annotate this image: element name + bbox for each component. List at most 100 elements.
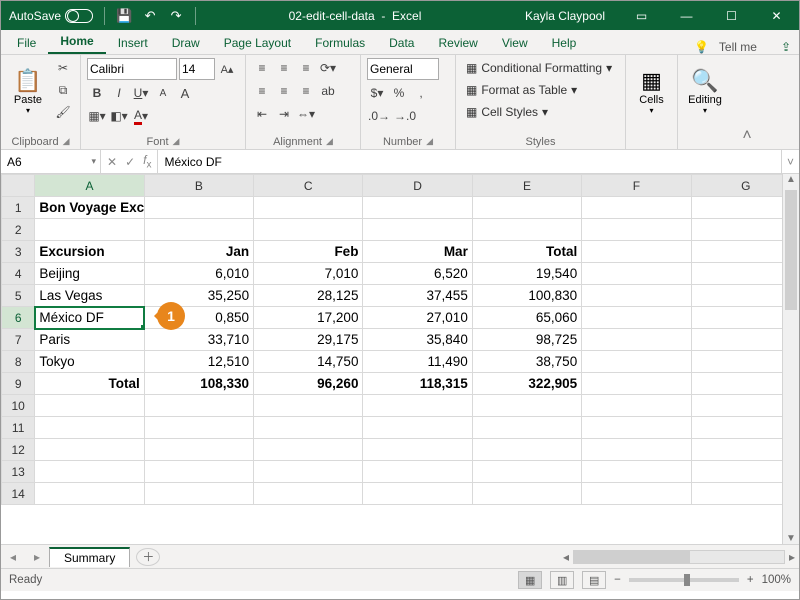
row[interactable]: 9Total108,33096,260118,315322,905: [2, 373, 800, 395]
close-icon[interactable]: ✕: [754, 1, 799, 30]
cell[interactable]: [35, 439, 144, 461]
redo-icon[interactable]: ↷: [166, 6, 186, 26]
font-name-combo[interactable]: [87, 58, 177, 80]
cell[interactable]: [144, 461, 253, 483]
cell[interactable]: 11,490: [363, 351, 472, 373]
row[interactable]: 13: [2, 461, 800, 483]
cell[interactable]: 17,200: [254, 307, 363, 329]
name-box[interactable]: A6: [1, 150, 101, 173]
tab-review[interactable]: Review: [426, 32, 489, 54]
row[interactable]: 4Beijing6,0107,0106,52019,540: [2, 263, 800, 285]
cell[interactable]: 19,540: [472, 263, 581, 285]
cell[interactable]: Bon Voyage Excursions: [35, 197, 144, 219]
tab-help[interactable]: Help: [540, 32, 589, 54]
col-header[interactable]: F: [582, 175, 691, 197]
align-middle-icon[interactable]: ≡: [274, 58, 294, 78]
cell[interactable]: [582, 483, 691, 505]
row-header[interactable]: 3: [2, 241, 35, 263]
increase-decimal-icon[interactable]: .0→: [367, 106, 391, 126]
percent-icon[interactable]: %: [389, 83, 409, 103]
cell[interactable]: Las Vegas: [35, 285, 144, 307]
cell[interactable]: 6,010: [144, 263, 253, 285]
cell[interactable]: 12,510: [144, 351, 253, 373]
cell[interactable]: 14,750: [254, 351, 363, 373]
cell[interactable]: [582, 307, 691, 329]
cell[interactable]: [363, 417, 472, 439]
cut-icon[interactable]: ✂: [53, 58, 73, 78]
cell[interactable]: Excursion: [35, 241, 144, 263]
cell[interactable]: 6,520: [363, 263, 472, 285]
tab-draw[interactable]: Draw: [160, 32, 212, 54]
number-format-combo[interactable]: [367, 58, 439, 80]
zoom-slider[interactable]: [629, 578, 739, 582]
format-painter-icon[interactable]: 🖌: [53, 102, 73, 122]
cell[interactable]: [582, 417, 691, 439]
grow-font2-icon[interactable]: A: [175, 83, 195, 103]
cancel-icon[interactable]: ✕: [107, 155, 117, 169]
decrease-decimal-icon[interactable]: →.0: [393, 106, 417, 126]
cell[interactable]: [582, 439, 691, 461]
cell[interactable]: 35,840: [363, 329, 472, 351]
cell[interactable]: [582, 395, 691, 417]
cell[interactable]: [472, 461, 581, 483]
row-header[interactable]: 2: [2, 219, 35, 241]
sheet-tab-summary[interactable]: Summary: [49, 547, 130, 567]
cell[interactable]: [254, 461, 363, 483]
tab-data[interactable]: Data: [377, 32, 426, 54]
merge-icon[interactable]: ⇔▾: [296, 104, 316, 124]
cell[interactable]: [35, 417, 144, 439]
col-header[interactable]: C: [254, 175, 363, 197]
sheet-nav-prev-icon[interactable]: ◂: [1, 550, 25, 564]
collapse-ribbon-icon[interactable]: ˄: [738, 55, 756, 149]
cell[interactable]: [254, 417, 363, 439]
cell[interactable]: [35, 395, 144, 417]
vertical-scrollbar[interactable]: ▲ ▼: [782, 174, 799, 544]
tab-view[interactable]: View: [490, 32, 540, 54]
cell[interactable]: [472, 395, 581, 417]
zoom-in-icon[interactable]: +: [747, 574, 754, 586]
cell[interactable]: [254, 439, 363, 461]
minimize-icon[interactable]: —: [664, 1, 709, 30]
cell[interactable]: 28,125: [254, 285, 363, 307]
cell[interactable]: Beijing: [35, 263, 144, 285]
cell[interactable]: [363, 197, 472, 219]
page-break-view-icon[interactable]: ▤: [582, 571, 606, 589]
cell[interactable]: [472, 483, 581, 505]
cell[interactable]: [472, 197, 581, 219]
cell[interactable]: Tokyo: [35, 351, 144, 373]
tab-page-layout[interactable]: Page Layout: [212, 32, 303, 54]
cell[interactable]: 38,750: [472, 351, 581, 373]
row-header[interactable]: 13: [2, 461, 35, 483]
cell[interactable]: [254, 483, 363, 505]
row-header[interactable]: 1: [2, 197, 35, 219]
sheet-nav-next-icon[interactable]: ▸: [25, 550, 49, 564]
cell[interactable]: 96,260: [254, 373, 363, 395]
border-icon[interactable]: ▦▾: [87, 106, 107, 126]
wrap-text-icon[interactable]: ab: [318, 81, 338, 101]
align-right-icon[interactable]: ≡: [296, 81, 316, 101]
normal-view-icon[interactable]: ▦: [518, 571, 542, 589]
accounting-icon[interactable]: $▾: [367, 83, 387, 103]
cell[interactable]: 100,830: [472, 285, 581, 307]
cell[interactable]: 98,725: [472, 329, 581, 351]
dialog-launcher-icon[interactable]: ◢: [326, 136, 333, 148]
row[interactable]: 14: [2, 483, 800, 505]
editing-button[interactable]: 🔍 Editing▾: [684, 58, 726, 124]
cell[interactable]: [582, 285, 691, 307]
new-sheet-icon[interactable]: ＋: [136, 548, 160, 566]
align-top-icon[interactable]: ≡: [252, 58, 272, 78]
align-bottom-icon[interactable]: ≡: [296, 58, 316, 78]
cell[interactable]: [582, 329, 691, 351]
row-header[interactable]: 7: [2, 329, 35, 351]
row-header[interactable]: 4: [2, 263, 35, 285]
share-icon[interactable]: ⇪: [781, 40, 791, 54]
row[interactable]: 3ExcursionJanFebMarTotal: [2, 241, 800, 263]
row[interactable]: 11: [2, 417, 800, 439]
cell[interactable]: [35, 483, 144, 505]
save-icon[interactable]: 💾: [114, 6, 134, 26]
cell[interactable]: 33,710: [144, 329, 253, 351]
cell[interactable]: 118,315: [363, 373, 472, 395]
font-color-icon[interactable]: A▾: [131, 106, 151, 126]
row-header[interactable]: 6: [2, 307, 35, 329]
row-header[interactable]: 8: [2, 351, 35, 373]
